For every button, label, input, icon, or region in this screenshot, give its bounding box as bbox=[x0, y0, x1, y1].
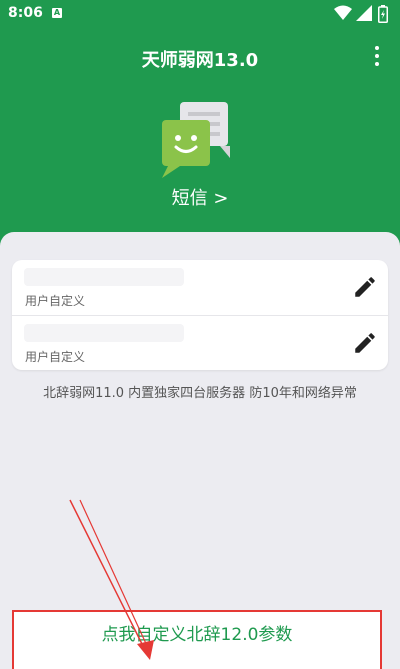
notification-a-icon: A bbox=[52, 8, 62, 18]
field-hint: 用户自定义 bbox=[25, 350, 86, 364]
edit-icon[interactable] bbox=[352, 330, 378, 356]
info-text: 北辞弱网11.0 内置独家四台服务器 防10年和网络异常 bbox=[43, 386, 357, 401]
custom-field-2[interactable]: 用户自定义 bbox=[12, 315, 388, 371]
sms-face-icon[interactable] bbox=[160, 100, 240, 180]
status-time: 8:06 bbox=[8, 5, 43, 21]
customize-params-button[interactable]: 点我自定义北辞12.0参数 bbox=[12, 610, 382, 669]
app-title: 天师弱网13.0 bbox=[141, 50, 259, 71]
field-value-blurred bbox=[24, 324, 184, 342]
settings-card: 用户自定义 用户自定义 bbox=[12, 260, 388, 370]
wifi-icon bbox=[334, 5, 352, 20]
status-bar: 8:06 A bbox=[0, 0, 400, 28]
signal-icon bbox=[356, 5, 372, 21]
battery-icon bbox=[378, 5, 388, 23]
customize-params-label: 点我自定义北辞12.0参数 bbox=[101, 625, 293, 645]
edit-icon[interactable] bbox=[352, 274, 378, 300]
sms-link[interactable]: 短信 > bbox=[0, 184, 400, 210]
more-vert-icon[interactable] bbox=[372, 46, 382, 68]
field-value-blurred bbox=[24, 268, 184, 286]
field-hint: 用户自定义 bbox=[25, 294, 86, 308]
status-icons bbox=[334, 5, 392, 23]
custom-field-1[interactable]: 用户自定义 bbox=[12, 260, 388, 315]
